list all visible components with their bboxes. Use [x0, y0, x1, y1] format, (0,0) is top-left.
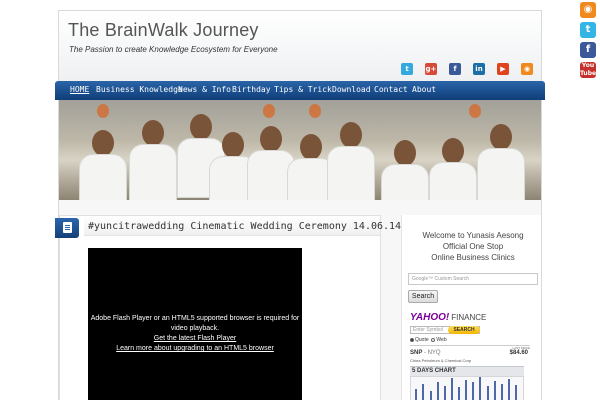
linkedin-icon[interactable]: in: [473, 63, 485, 75]
search-placeholder: Google™ Custom Search: [412, 276, 469, 282]
decoration: [309, 104, 321, 118]
site-title[interactable]: The BrainWalk Journey: [68, 20, 259, 41]
yahoo-search-button[interactable]: SEARCH: [448, 326, 480, 334]
chart-bar: [515, 385, 517, 400]
chart-bar: [465, 380, 467, 400]
rss-icon[interactable]: ◉: [521, 63, 533, 75]
group-person: [477, 124, 525, 200]
video-message: Adobe Flash Player or an HTML5 supported…: [88, 314, 302, 354]
group-person: [79, 130, 127, 200]
post-format-tab: [55, 218, 79, 238]
sidebar: Welcome to Yunasis Aesong Official One S…: [401, 215, 541, 400]
facebook-icon[interactable]: f: [580, 42, 596, 58]
post: #yuncitrawedding Cinematic Wedding Cerem…: [55, 215, 401, 400]
welcome-line: Online Business Clinics: [431, 253, 515, 262]
quote-header: LAST PRICE: [410, 345, 530, 350]
chart-bar: [494, 381, 496, 400]
custom-search-input[interactable]: Google™ Custom Search: [408, 273, 538, 285]
stock-price: $84.60: [509, 350, 528, 356]
google-plus-icon[interactable]: g+: [425, 63, 437, 75]
get-flash-link[interactable]: Get the latest Flash Player: [88, 334, 302, 344]
chart-bar: [422, 384, 424, 400]
five-day-chart[interactable]: [410, 376, 524, 400]
quote-radio[interactable]: [410, 337, 414, 342]
nav-item-birthday[interactable]: Birthday: [232, 85, 271, 94]
nav-item-business-knowledge[interactable]: Business Knowledge: [96, 85, 183, 94]
site-tagline: The Passion to create Knowledge Ecosyste…: [69, 45, 278, 54]
nav-item-home[interactable]: HOME: [70, 85, 89, 94]
chart-bar: [479, 377, 481, 400]
nav-item-tips-trick[interactable]: Tips & Trick: [274, 85, 332, 94]
search-type-radios: Quote Web: [410, 337, 447, 343]
symbol-placeholder: Enter Symbol: [413, 327, 444, 333]
nav-item-download[interactable]: Download: [332, 85, 371, 94]
chart-bar: [458, 387, 460, 400]
chart-bar: [437, 382, 439, 400]
chart-bar: [451, 378, 453, 400]
twitter-icon[interactable]: t: [401, 63, 413, 75]
chart-bar: [508, 379, 510, 400]
decoration: [469, 104, 481, 118]
nav-item-contact[interactable]: Contact: [374, 85, 408, 94]
html5-upgrade-link[interactable]: Learn more about upgrading to an HTML5 b…: [88, 344, 302, 354]
web-radio[interactable]: [431, 337, 436, 342]
post-title[interactable]: #yuncitrawedding Cinematic Wedding Cerem…: [88, 221, 401, 232]
group-person: [381, 140, 429, 200]
group-person: [129, 120, 177, 200]
video-player[interactable]: Adobe Flash Player or an HTML5 supported…: [88, 248, 302, 400]
search-button[interactable]: Search: [408, 290, 438, 303]
yahoo-finance-widget: YAHOO! FINANCE Enter Symbol SEARCH Quote …: [410, 312, 532, 400]
main-nav: HOME Business Knowledge News & Info Birt…: [55, 81, 545, 100]
group-person: [327, 122, 375, 200]
content-area: #yuncitrawedding Cinematic Wedding Cerem…: [55, 207, 541, 400]
chart-bar: [415, 389, 417, 400]
decoration: [263, 104, 275, 118]
welcome-line: Official One Stop: [442, 242, 504, 251]
decoration: [97, 104, 109, 118]
chart-bar: [444, 386, 446, 400]
floating-social-bar: ◉ t f You Tube: [580, 2, 598, 82]
header-banner-photo: [59, 100, 541, 200]
twitter-icon[interactable]: t: [580, 22, 596, 38]
chart-title: 5 DAYS CHART: [410, 366, 524, 376]
group-person: [429, 138, 477, 200]
post-header: #yuncitrawedding Cinematic Wedding Cerem…: [84, 216, 401, 236]
youtube-icon[interactable]: ▶: [497, 63, 509, 75]
welcome-text: Welcome to Yunasis Aesong Official One S…: [408, 230, 538, 263]
flash-required-text: Adobe Flash Player or an HTML5 supported…: [90, 315, 300, 332]
company-name: China Petroleum & Chemical Corp: [410, 358, 472, 363]
nav-item-news-info[interactable]: News & Info: [178, 85, 231, 94]
stock-symbol[interactable]: SNP - NYQ: [410, 350, 441, 356]
document-icon: [63, 222, 72, 233]
facebook-icon[interactable]: f: [449, 63, 461, 75]
chart-bar: [487, 386, 489, 400]
page-wrapper: The BrainWalk Journey The Passion to cre…: [55, 10, 545, 400]
chart-bar: [501, 384, 503, 400]
yahoo-logo[interactable]: YAHOO! FINANCE: [410, 312, 486, 323]
welcome-line: Welcome to Yunasis Aesong: [422, 231, 524, 240]
rss-icon[interactable]: ◉: [580, 2, 596, 18]
youtube-icon[interactable]: You Tube: [580, 62, 596, 78]
stock-quote[interactable]: SNP - NYQ $84.60 China Petroleum & Chemi…: [410, 350, 530, 364]
chart-bar: [430, 391, 432, 400]
site-header: The BrainWalk Journey The Passion to cre…: [59, 11, 541, 82]
nav-item-about[interactable]: About: [412, 85, 436, 94]
chart-bar: [472, 382, 474, 400]
